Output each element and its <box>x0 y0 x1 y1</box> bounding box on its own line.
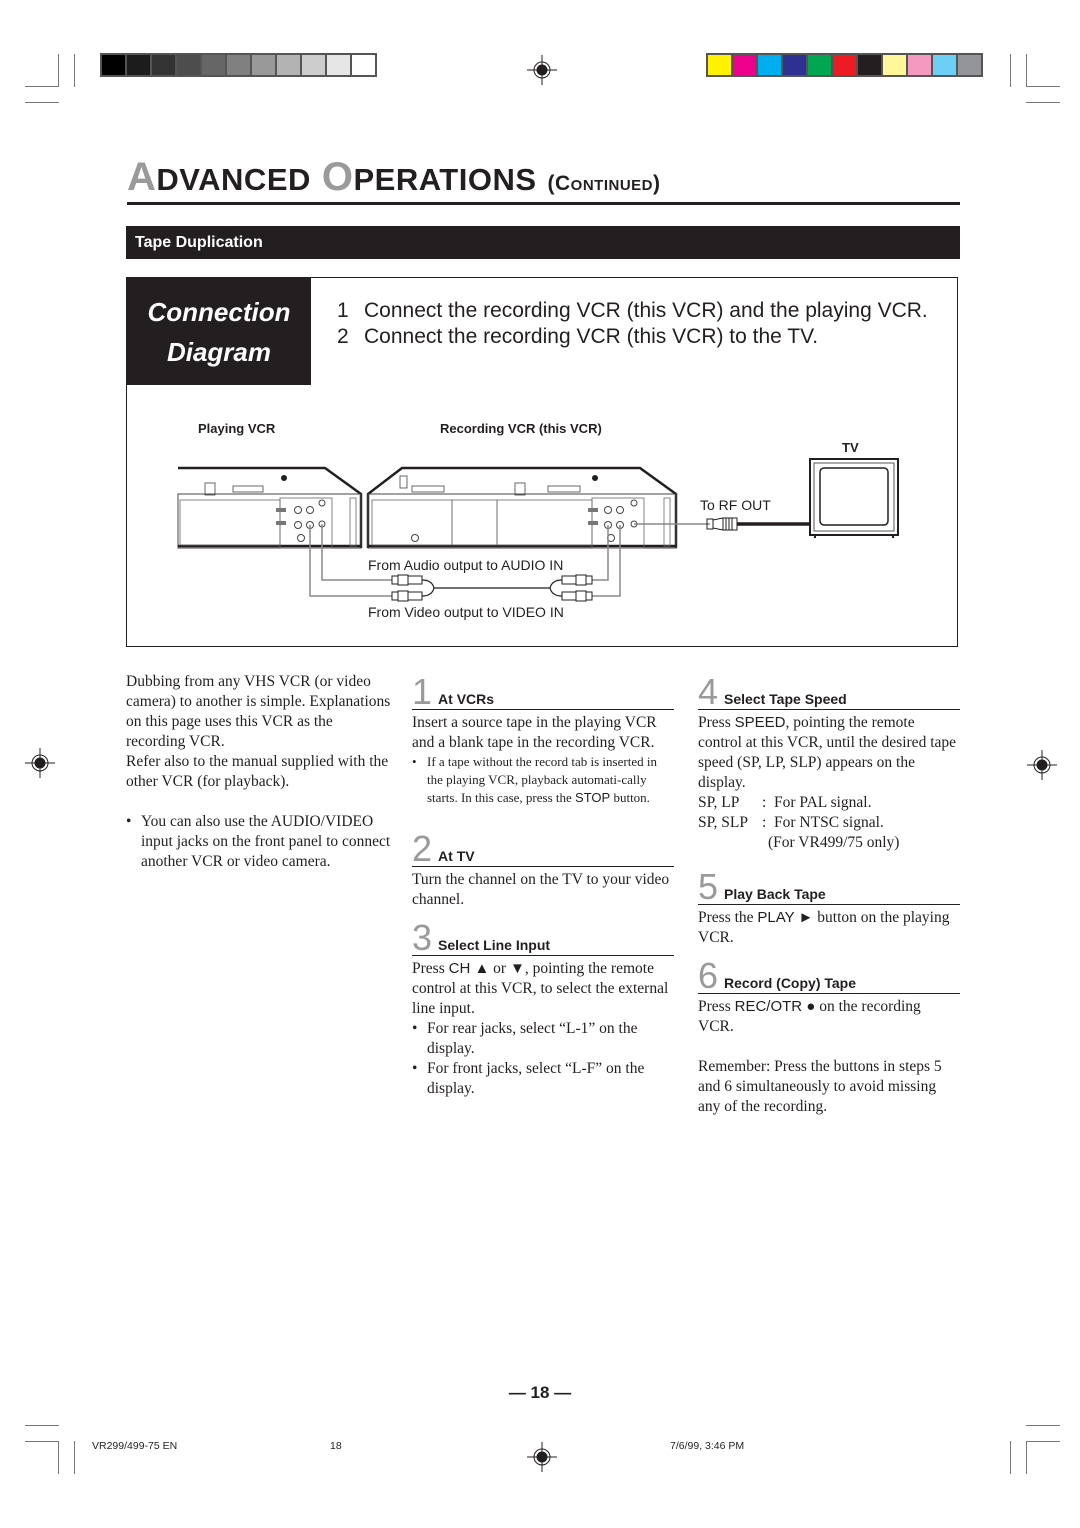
remember-note: Remember: Press the buttons in steps 5 a… <box>698 1058 942 1115</box>
footer-doc-id: VR299/499-75 EN <box>92 1440 178 1452</box>
step-note: • For rear jacks, select “L-1” on the dis… <box>412 1020 638 1057</box>
intro-column: Dubbing from any VHS VCR (or video camer… <box>126 672 391 872</box>
recording-vcr-label: Recording VCR (this VCR) <box>440 421 602 436</box>
crop-mark <box>25 102 59 103</box>
step-number: 4 <box>698 671 719 712</box>
crop-mark <box>58 54 59 87</box>
speed-spec-note: (For VR499/75 only) <box>768 834 900 851</box>
steps-column-middle: 1 At VCRs Insert a source tape in the pla… <box>412 671 674 1099</box>
step-number: 6 <box>698 955 719 996</box>
step-note: • If a tape without the record tab is ins… <box>412 754 657 805</box>
step-title: Select Tape Speed <box>724 691 847 707</box>
intro-paragraph: Dubbing from any VHS VCR (or video camer… <box>126 673 391 750</box>
speed-spec-row: SP, LP: For PAL signal. <box>698 794 872 811</box>
color-swatch <box>933 55 956 75</box>
step-title: Play Back Tape <box>724 886 826 902</box>
registration-mark-icon <box>527 1442 557 1472</box>
color-swatch <box>352 55 375 75</box>
color-calibration-bar <box>706 53 983 77</box>
steps-column-right: 4 Select Tape Speed Press SPEED, pointing… <box>698 671 960 1117</box>
section-header: Tape Duplication <box>126 226 960 259</box>
title-rule <box>127 202 960 205</box>
color-swatch <box>177 55 200 75</box>
registration-mark-icon <box>25 748 55 778</box>
playing-vcr-icon <box>177 466 363 549</box>
step-number: 2 <box>412 828 433 869</box>
step-2: 2 At TV Turn the channel on the TV to you… <box>412 828 674 910</box>
step-5: 5 Play Back Tape Press the PLAY ► button … <box>698 866 960 948</box>
step-6: 6 Record (Copy) Tape Press REC/OTR ● on t… <box>698 955 960 1037</box>
color-swatch <box>808 55 831 75</box>
registration-mark-icon <box>527 55 557 85</box>
step-1: 1 At VCRs Insert a source tape in the pla… <box>412 671 674 807</box>
speed-spec-row: SP, SLP: For NTSC signal. <box>698 814 884 831</box>
rf-cable-icon <box>634 517 815 531</box>
color-swatch <box>127 55 150 75</box>
connection-steps: 1 Connect the recording VCR (this VCR) an… <box>337 298 937 350</box>
playing-vcr-label: Playing VCR <box>198 421 276 436</box>
connection-step: 1 Connect the recording VCR (this VCR) an… <box>337 299 928 322</box>
color-swatch <box>252 55 275 75</box>
intro-bullet: • You can also use the AUDIO/VIDEO input … <box>126 813 391 870</box>
recording-vcr-icon <box>366 466 678 549</box>
color-swatch <box>758 55 781 75</box>
color-swatch <box>833 55 856 75</box>
color-swatch <box>958 55 981 75</box>
crop-mark <box>1026 1441 1027 1474</box>
crop-mark <box>25 86 59 87</box>
crop-mark <box>25 1425 59 1426</box>
step-number: 3 <box>412 917 433 958</box>
av-cable-icon <box>309 524 621 597</box>
color-swatch <box>277 55 300 75</box>
crop-mark <box>1010 54 1011 87</box>
crop-mark <box>25 1441 59 1442</box>
footer-page: 18 <box>330 1440 342 1452</box>
connection-diagram-label: Connection Diagram <box>127 278 311 385</box>
footer-timestamp: 7/6/99, 3:46 PM <box>670 1440 745 1452</box>
crop-mark <box>58 1441 59 1474</box>
crop-mark <box>1026 86 1060 87</box>
step-number: 1 <box>412 671 433 712</box>
crop-mark <box>1026 54 1027 87</box>
step-title: At VCRs <box>438 691 495 707</box>
color-swatch <box>858 55 881 75</box>
step-4: 4 Select Tape Speed Press SPEED, pointing… <box>698 671 960 853</box>
color-swatch <box>783 55 806 75</box>
color-swatch <box>102 55 125 75</box>
registration-mark-icon <box>1027 750 1057 780</box>
page-title: ADVANCED OPERATIONS (CONTINUED) <box>127 155 661 199</box>
color-swatch <box>733 55 756 75</box>
color-swatch <box>908 55 931 75</box>
av-cable-body <box>421 579 563 597</box>
color-swatch <box>202 55 225 75</box>
color-swatch <box>708 55 731 75</box>
step-title: At TV <box>438 848 475 864</box>
color-swatch <box>883 55 906 75</box>
color-swatch <box>327 55 350 75</box>
step-3: 3 Select Line Input Press CH ▲ or ▼, poin… <box>412 917 674 1099</box>
step-title: Select Line Input <box>438 937 551 953</box>
color-swatch <box>152 55 175 75</box>
color-swatch <box>302 55 325 75</box>
intro-paragraph: Refer also to the manual supplied with t… <box>126 753 389 790</box>
crop-mark <box>74 54 75 87</box>
crop-mark <box>1026 1441 1060 1442</box>
color-swatch <box>227 55 250 75</box>
step-title: Record (Copy) Tape <box>724 975 857 991</box>
crop-mark <box>1026 102 1060 103</box>
connection-step: 2 Connect the recording VCR (this VCR) to… <box>337 325 819 348</box>
connection-diagram-illustration <box>177 458 899 602</box>
crop-mark <box>74 1441 75 1474</box>
tv-icon <box>809 458 899 538</box>
step-number: 5 <box>698 866 719 907</box>
crop-mark <box>1010 1441 1011 1474</box>
page-number: — 18 — <box>508 1383 572 1402</box>
step-note: • For front jacks, select “L-F” on the di… <box>412 1060 645 1097</box>
crop-mark <box>1026 1425 1060 1426</box>
grayscale-calibration-bar <box>100 53 377 77</box>
